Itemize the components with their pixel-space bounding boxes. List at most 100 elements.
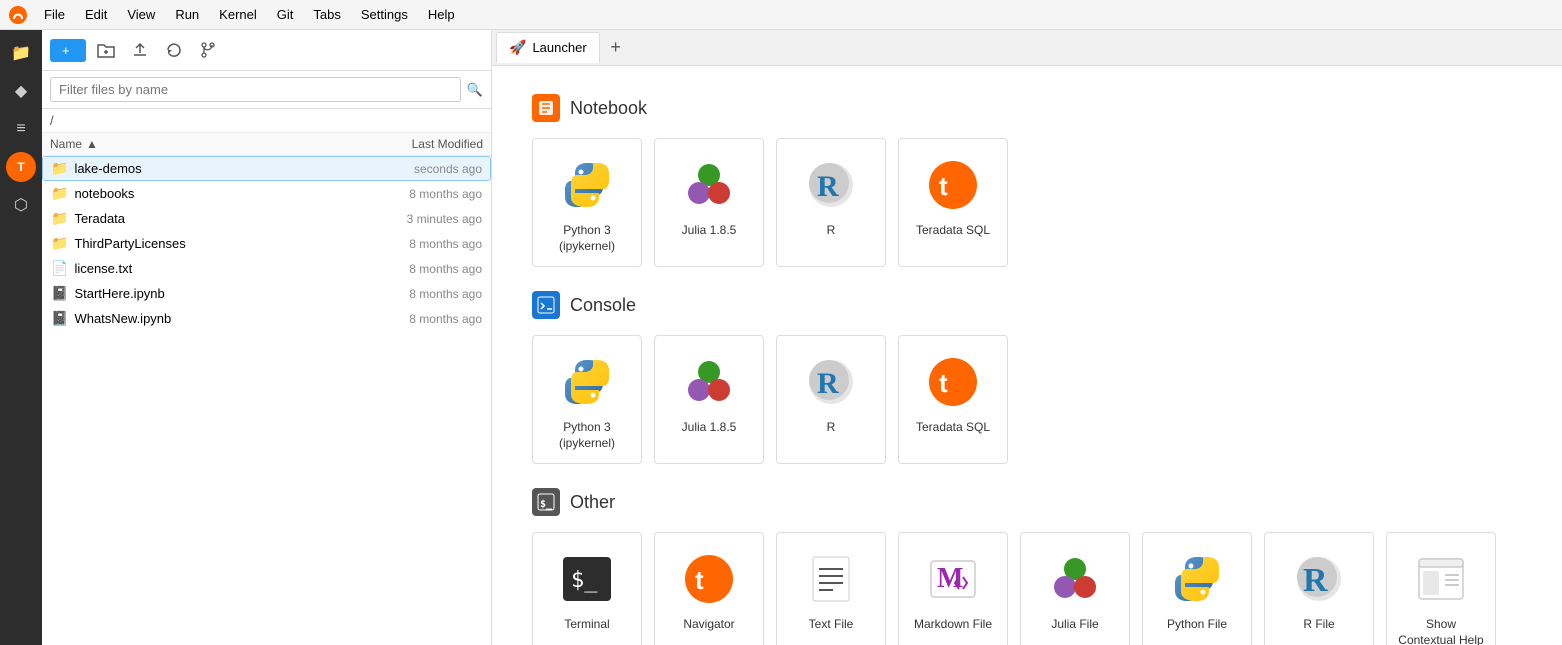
launcher: Notebook	[492, 66, 1562, 645]
file-item-thirdparty[interactable]: 📁 ThirdPartyLicenses 8 months ago	[42, 231, 491, 256]
menu-run[interactable]: Run	[167, 5, 207, 24]
teradata-notebook-card[interactable]: t Teradata SQL	[898, 138, 1008, 267]
launcher-tab-icon: 🚀	[509, 39, 526, 56]
python3-console-card[interactable]: Python 3(ipykernel)	[532, 335, 642, 464]
teradata-console-card[interactable]: t Teradata SQL	[898, 335, 1008, 464]
contextual-help-icon	[1411, 549, 1471, 609]
notebook-section-title: Notebook	[570, 98, 647, 119]
file-modified: 8 months ago	[352, 312, 482, 326]
menu-view[interactable]: View	[119, 5, 163, 24]
file-modified: 8 months ago	[352, 262, 482, 276]
console-section-title: Console	[570, 295, 636, 316]
folder-icon: 📁	[51, 160, 68, 177]
launcher-tab-label: Launcher	[532, 40, 586, 55]
menu-help[interactable]: Help	[420, 5, 463, 24]
file-item-whatsnew[interactable]: 📓 WhatsNew.ipynb 8 months ago	[42, 306, 491, 331]
python3-notebook-card[interactable]: Python 3(ipykernel)	[532, 138, 642, 267]
app-logo	[8, 5, 28, 25]
file-name: license.txt	[74, 261, 352, 276]
breadcrumb: /	[42, 109, 491, 133]
col-name-label: Name	[50, 137, 82, 151]
new-folder-button[interactable]	[92, 36, 120, 64]
svg-text:$_: $_	[540, 499, 553, 510]
julia-notebook-label: Julia 1.8.5	[682, 223, 737, 239]
file-modified: 8 months ago	[352, 187, 482, 201]
python3-notebook-label: Python 3(ipykernel)	[559, 223, 615, 254]
sidebar-teradata-btn[interactable]: T	[6, 152, 36, 182]
terminal-card[interactable]: $_ Terminal	[532, 532, 642, 645]
search-input[interactable]	[50, 77, 461, 102]
markdown-card[interactable]: M Markdown File	[898, 532, 1008, 645]
menu-tabs[interactable]: Tabs	[305, 5, 348, 24]
file-item-teradata[interactable]: 📁 Teradata 3 minutes ago	[42, 206, 491, 231]
teradata-notebook-label: Teradata SQL	[916, 223, 990, 239]
git-button[interactable]	[194, 36, 222, 64]
notebook-icon: 📓	[51, 285, 68, 302]
julia-console-icon	[679, 352, 739, 412]
col-name-header[interactable]: Name ▲	[50, 137, 353, 151]
upload-icon	[131, 41, 149, 59]
refresh-button[interactable]	[160, 36, 188, 64]
file-modified: seconds ago	[352, 162, 482, 176]
file-item-starthere[interactable]: 📓 StartHere.ipynb 8 months ago	[42, 281, 491, 306]
file-item-notebooks[interactable]: 📁 notebooks 8 months ago	[42, 181, 491, 206]
git-icon	[199, 41, 217, 59]
contextual-help-label: ShowContextual Help	[1398, 617, 1483, 645]
teradata-console-label: Teradata SQL	[916, 420, 990, 436]
sidebar-list-btn[interactable]: ≡	[6, 114, 36, 144]
upload-button[interactable]	[126, 36, 154, 64]
menu-edit[interactable]: Edit	[77, 5, 115, 24]
navigator-card[interactable]: t Navigator	[654, 532, 764, 645]
r-notebook-card[interactable]: R R	[776, 138, 886, 267]
terminal-label: Terminal	[564, 617, 609, 633]
contextual-help-card[interactable]: ShowContextual Help	[1386, 532, 1496, 645]
file-list-header: Name ▲ Last Modified	[42, 133, 491, 156]
r-console-icon: R	[801, 352, 861, 412]
julia-icon	[679, 155, 739, 215]
new-tab-button[interactable]: +	[602, 34, 630, 62]
col-modified-header[interactable]: Last Modified	[353, 137, 483, 151]
tab-bar: 🚀 Launcher +	[492, 30, 1562, 66]
r-file-card[interactable]: R R File	[1264, 532, 1374, 645]
file-toolbar: +	[42, 30, 491, 71]
file-panel: + 🔍 / Nam	[42, 30, 492, 645]
julia-console-card[interactable]: Julia 1.8.5	[654, 335, 764, 464]
plus-icon: +	[62, 43, 70, 58]
file-name: notebooks	[74, 186, 352, 201]
menu-git[interactable]: Git	[269, 5, 302, 24]
notebook-grid: Python 3(ipykernel) Julia	[532, 138, 1522, 267]
sidebar-extensions-btn[interactable]: ⬡	[6, 190, 36, 220]
python-file-card[interactable]: Python File	[1142, 532, 1252, 645]
python3-console-label: Python 3(ipykernel)	[559, 420, 615, 451]
folder-icon: 📁	[51, 235, 68, 252]
julia-file-icon	[1045, 549, 1105, 609]
breadcrumb-path[interactable]: /	[50, 113, 54, 128]
menu-settings[interactable]: Settings	[353, 5, 416, 24]
menu-bar: File Edit View Run Kernel Git Tabs Setti…	[0, 0, 1562, 30]
file-modified: 3 minutes ago	[352, 212, 482, 226]
r-console-card[interactable]: R R	[776, 335, 886, 464]
julia-console-label: Julia 1.8.5	[682, 420, 737, 436]
r-file-label: R File	[1303, 617, 1334, 633]
python-icon	[557, 155, 617, 215]
python-file-icon	[1167, 549, 1227, 609]
file-item-license[interactable]: 📄 license.txt 8 months ago	[42, 256, 491, 281]
new-button[interactable]: +	[50, 39, 86, 62]
col-modified-label: Last Modified	[412, 137, 483, 151]
sidebar-files-btn[interactable]: 📁	[6, 38, 36, 68]
textfile-card[interactable]: Text File	[776, 532, 886, 645]
folder-icon: 📁	[51, 210, 68, 227]
launcher-tab[interactable]: 🚀 Launcher	[496, 32, 600, 63]
textfile-card-icon	[801, 549, 861, 609]
other-section-header: $_ Other	[532, 488, 1522, 516]
other-grid: $_ Terminal t Navigator	[532, 532, 1522, 645]
julia-notebook-card[interactable]: Julia 1.8.5	[654, 138, 764, 267]
menu-kernel[interactable]: Kernel	[211, 5, 265, 24]
terminal-card-icon: $_	[557, 549, 617, 609]
search-bar: 🔍	[42, 71, 491, 109]
sidebar-git-btn[interactable]: ◆	[6, 76, 36, 106]
r-console-label: R	[827, 420, 836, 436]
file-item-lake-demos[interactable]: 📁 lake-demos seconds ago	[42, 156, 491, 181]
julia-file-card[interactable]: Julia File	[1020, 532, 1130, 645]
menu-file[interactable]: File	[36, 5, 73, 24]
